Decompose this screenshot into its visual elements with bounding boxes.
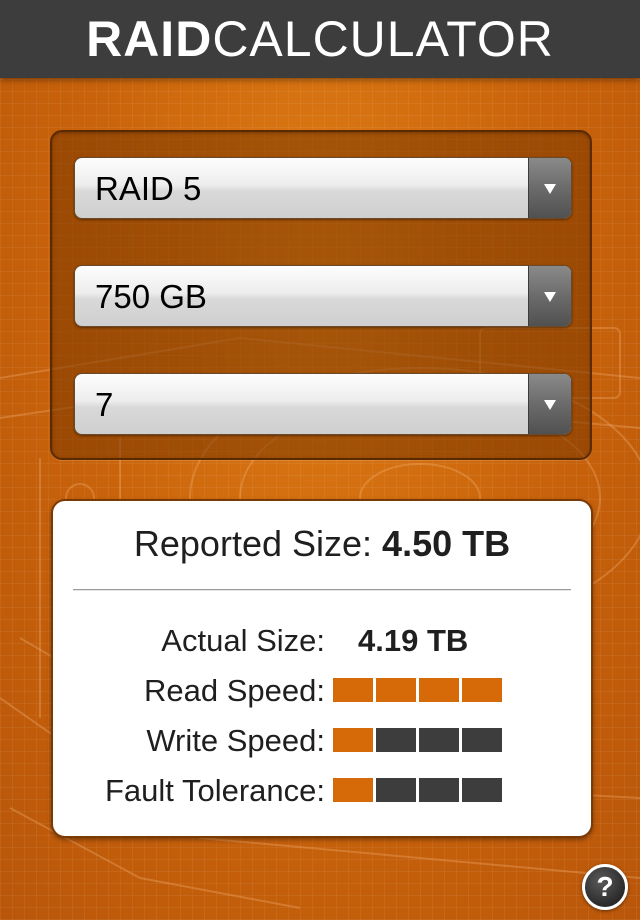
read-speed-meter xyxy=(333,678,502,702)
raid-level-arrow[interactable] xyxy=(528,158,571,218)
meter-segment-off xyxy=(462,778,502,802)
meter-segment-on xyxy=(462,678,502,702)
drive-size-select[interactable]: 750 GB xyxy=(74,265,572,327)
read-speed-label: Read Speed: xyxy=(144,673,325,708)
meter-segment-off xyxy=(376,778,416,802)
chevron-down-icon xyxy=(544,184,556,194)
results-card: Reported Size: 4.50 TB Actual Size: 4.19… xyxy=(51,499,593,838)
selector-panel: RAID 5 750 GB 7 xyxy=(50,130,592,460)
chevron-down-icon xyxy=(544,400,556,410)
read-speed-row: Read Speed: xyxy=(53,671,591,711)
chevron-down-icon xyxy=(544,292,556,302)
question-icon: ? xyxy=(596,871,614,902)
help-button[interactable]: ? xyxy=(582,864,628,910)
write-speed-row: Write Speed: xyxy=(53,721,591,761)
title-bold: RAID xyxy=(86,11,213,67)
meter-segment-off xyxy=(419,778,459,802)
reported-size: Reported Size: 4.50 TB xyxy=(53,523,591,565)
raid-level-select[interactable]: RAID 5 xyxy=(74,157,572,219)
fault-tolerance-meter xyxy=(333,778,502,802)
meter-segment-off xyxy=(376,728,416,752)
meter-segment-off xyxy=(419,728,459,752)
meter-segment-on xyxy=(333,778,373,802)
meter-segment-on xyxy=(419,678,459,702)
divider xyxy=(73,589,571,591)
fault-tolerance-row: Fault Tolerance: xyxy=(53,771,591,811)
reported-size-value: 4.50 TB xyxy=(382,523,511,564)
app-header: RAID CALCULATOR xyxy=(0,0,640,78)
drive-count-select[interactable]: 7 xyxy=(74,373,572,435)
meter-segment-on xyxy=(376,678,416,702)
drive-count-arrow[interactable] xyxy=(528,374,571,434)
write-speed-meter xyxy=(333,728,502,752)
actual-size-row: Actual Size: 4.19 TB xyxy=(53,621,591,661)
title-light: CALCULATOR xyxy=(212,11,554,67)
drive-size-value: 750 GB xyxy=(95,278,207,315)
actual-size-value: 4.19 TB xyxy=(358,623,469,658)
meter-segment-off xyxy=(462,728,502,752)
meter-segment-on xyxy=(333,728,373,752)
write-speed-label: Write Speed: xyxy=(146,723,325,758)
meter-segment-on xyxy=(333,678,373,702)
drive-size-arrow[interactable] xyxy=(528,266,571,326)
raid-level-value: RAID 5 xyxy=(95,170,202,207)
actual-size-label: Actual Size: xyxy=(161,623,325,658)
reported-size-label: Reported Size: xyxy=(133,523,373,564)
drive-count-value: 7 xyxy=(95,386,114,423)
fault-tolerance-label: Fault Tolerance: xyxy=(105,773,325,808)
